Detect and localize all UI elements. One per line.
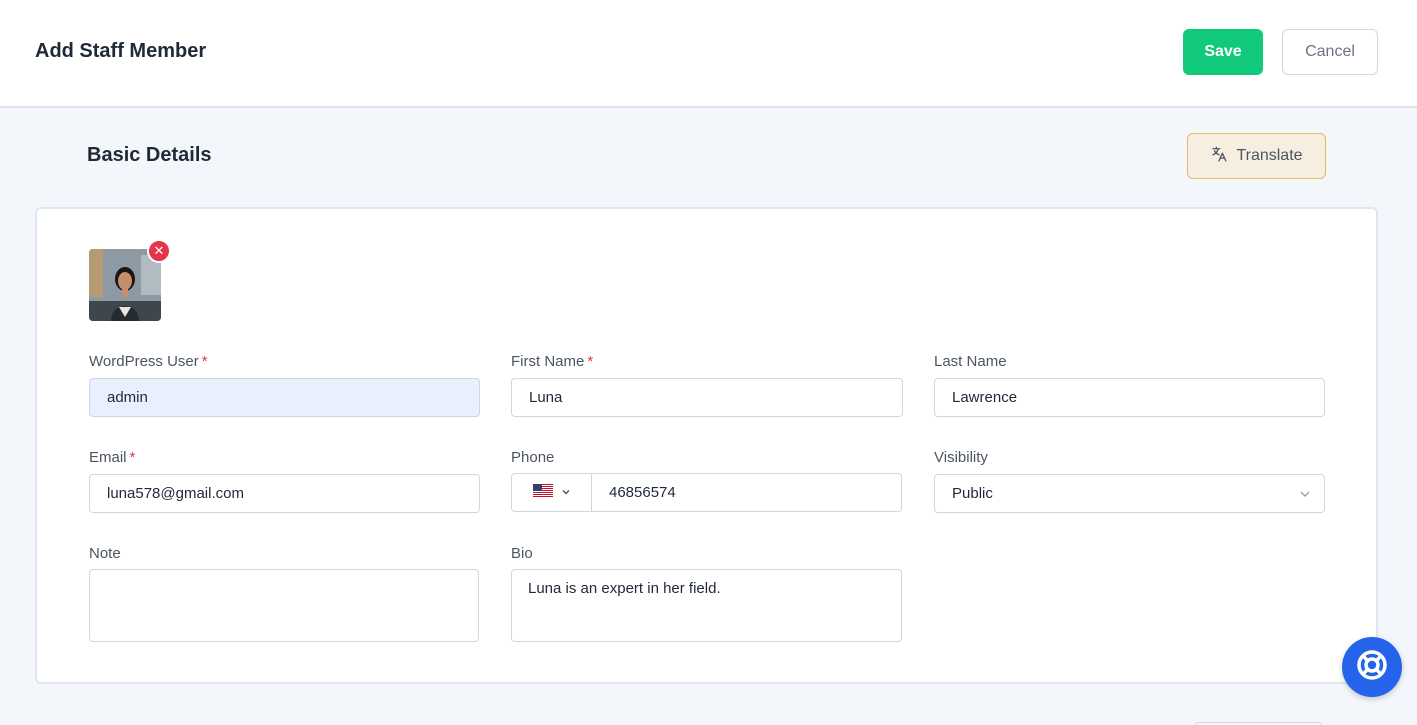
translate-button[interactable]: Translate (1187, 133, 1326, 179)
top-bar: Add Staff Member Save Cancel (0, 0, 1417, 108)
bio-textarea[interactable]: Luna is an expert in her field. (511, 569, 902, 642)
note-label: Note (89, 545, 121, 562)
phone-field: 46856574 (511, 473, 902, 512)
save-button[interactable]: Save (1183, 29, 1263, 75)
email-label: Email * (89, 449, 136, 466)
wordpress-user-label: WordPress User * (89, 353, 208, 370)
lifebuoy-icon (1355, 648, 1389, 687)
visibility-select[interactable]: Public (934, 474, 1325, 513)
email-input[interactable]: luna578@gmail.com (89, 474, 480, 513)
note-textarea[interactable] (89, 569, 479, 642)
country-code-select[interactable] (512, 474, 592, 511)
translate-icon (1210, 145, 1228, 168)
bio-label: Bio (511, 545, 533, 562)
chevron-down-icon (1298, 487, 1312, 505)
first-name-input[interactable]: Luna (511, 378, 903, 417)
help-button[interactable] (1342, 637, 1402, 697)
section-title: Basic Details (87, 144, 212, 166)
visibility-label: Visibility (934, 449, 988, 466)
phone-label: Phone (511, 449, 555, 466)
last-name-label: Last Name (934, 353, 1007, 370)
last-name-input[interactable]: Lawrence (934, 378, 1325, 417)
page-title: Add Staff Member (35, 40, 207, 62)
wordpress-user-select[interactable]: admin (89, 378, 480, 417)
phone-input[interactable]: 46856574 (592, 474, 901, 511)
translate-label: Translate (1236, 147, 1303, 164)
remove-avatar-icon[interactable]: ✕ (147, 239, 171, 263)
visibility-value: Public (952, 485, 993, 502)
chevron-down-icon (561, 484, 571, 502)
us-flag-icon (532, 483, 553, 502)
first-name-label: First Name * (511, 353, 594, 370)
cancel-button[interactable]: Cancel (1282, 29, 1378, 75)
